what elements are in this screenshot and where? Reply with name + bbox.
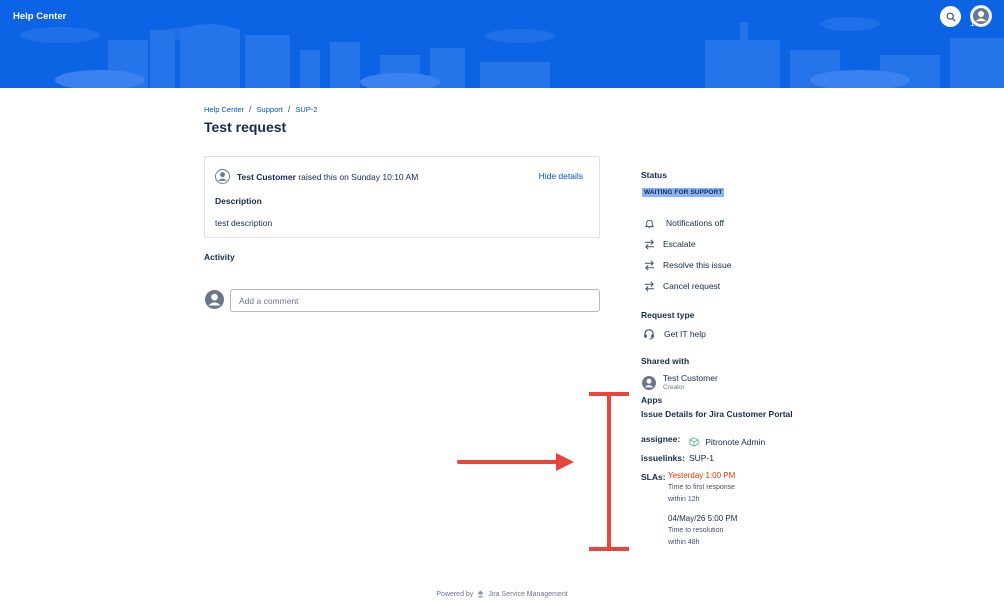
activity-heading: Activity [204, 252, 235, 262]
annotation-arrow [457, 453, 574, 471]
request-type-heading: Request type [641, 310, 695, 320]
user-avatar-icon [205, 290, 224, 309]
resolve-issue-label: Resolve this issue [663, 260, 732, 270]
breadcrumb-separator: / [287, 104, 291, 114]
jira-logo-icon [477, 590, 484, 599]
search-button[interactable] [940, 6, 961, 27]
breadcrumb-help-center[interactable]: Help Center [204, 105, 244, 114]
request-details-card: Test Customer raised this on Sunday 10:1… [204, 156, 600, 238]
description-text: test description [215, 218, 273, 228]
shared-role: Creator [663, 384, 685, 391]
assignee-value: Pitronote Admin [705, 436, 766, 447]
issuelinks-label: issuelinks: [641, 453, 685, 463]
request-type-value: Get IT help [664, 329, 706, 339]
apps-heading: Apps [641, 395, 663, 405]
cancel-request-label: Cancel request [663, 281, 721, 291]
cube-icon [689, 437, 699, 447]
transition-icon [644, 281, 654, 291]
avatar-count: 1 [970, 19, 975, 28]
raised-text: raised this on Sunday 10:10 AM [298, 171, 419, 182]
header-banner: Help Center [0, 0, 1004, 88]
shared-participant: Test Customer Creator [642, 373, 718, 391]
sla-time: Yesterday 1:00 PM [668, 471, 736, 480]
powered-by-text: Powered by [436, 591, 474, 598]
assignee-label: assignee: [641, 434, 681, 444]
cancel-request-action[interactable]: Cancel request [643, 280, 720, 292]
sla-item: 04/May/26 5:00 PM Time to resolution wit… [668, 514, 737, 548]
breadcrumb: Help Center / Support / SUP-2 [204, 104, 317, 114]
slas-field: SLAs: [641, 472, 666, 482]
slas-label: SLAs: [641, 472, 666, 482]
escalate-action[interactable]: Escalate [643, 238, 696, 250]
user-avatar-icon [642, 376, 656, 390]
transition-icon [644, 239, 654, 249]
notifications-toggle[interactable]: Notifications off [643, 217, 724, 229]
sla-target: within 12h [668, 495, 700, 503]
transition-icon [644, 260, 654, 270]
resolve-issue-action[interactable]: Resolve this issue [643, 259, 732, 271]
hide-details-button[interactable]: Hide details [539, 171, 583, 181]
avatar-icon [973, 8, 989, 24]
raised-by-row: Test Customer raised this on Sunday 10:1… [215, 169, 418, 184]
escalate-label: Escalate [663, 239, 696, 249]
shared-with-heading: Shared with [641, 356, 690, 366]
page-title: Test request [204, 119, 287, 135]
footer: Powered by Jira Service Management [0, 590, 1004, 599]
description-heading: Description [215, 196, 262, 206]
reporter-name: Test Customer [237, 171, 296, 182]
help-center-logo[interactable]: Help Center [13, 11, 66, 22]
notifications-label: Notifications off [666, 218, 724, 228]
headset-icon [644, 329, 654, 340]
annotation-bracket [589, 392, 629, 551]
comment-input[interactable] [230, 289, 600, 312]
user-avatar-icon [215, 169, 230, 184]
sla-target: within 48h [668, 538, 700, 546]
sla-time: 04/May/26 5:00 PM [668, 514, 738, 523]
status-heading: Status [641, 170, 667, 180]
product-name[interactable]: Jira Service Management [488, 591, 567, 598]
app-title: Issue Details for Jira Customer Portal [641, 409, 793, 419]
skyline-illustration [20, 17, 1004, 88]
sla-metric: Time to resolution [668, 527, 724, 534]
bell-icon [644, 219, 654, 228]
breadcrumb-support[interactable]: Support [257, 105, 283, 114]
sla-metric: Time to first response [668, 484, 736, 491]
status-badge: WAITING FOR SUPPORT [642, 188, 725, 197]
commenter-avatar [205, 290, 224, 311]
issuelinks-field: issuelinks: SUP-1 [641, 453, 714, 463]
breadcrumb-issue-key[interactable]: SUP-2 [295, 105, 317, 114]
sla-item: Yesterday 1:00 PM Time to first response… [668, 471, 735, 505]
request-type-row: Get IT help [643, 328, 706, 340]
assignee-field: assignee: Pitronote Admin [641, 431, 765, 447]
issuelinks-value: SUP-1 [688, 453, 714, 463]
breadcrumb-separator: / [249, 104, 252, 114]
search-icon [946, 12, 955, 21]
shared-name: Test Customer [663, 373, 718, 383]
